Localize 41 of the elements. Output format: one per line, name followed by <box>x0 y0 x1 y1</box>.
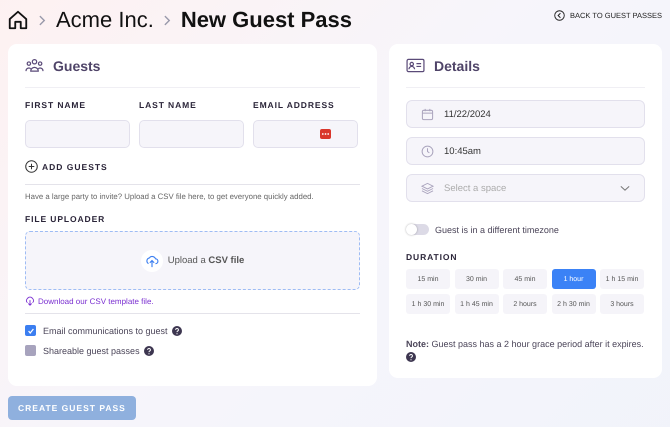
toggle-switch[interactable] <box>406 224 429 235</box>
plus-icon <box>25 160 38 173</box>
people-icon <box>25 58 44 73</box>
add-guests-button[interactable]: ADD GUESTS <box>25 160 108 173</box>
column-label: FIRST NAME <box>25 100 87 110</box>
clock-icon <box>421 144 434 158</box>
download-icon <box>25 296 35 306</box>
toggle-label: Guest is in a different timezone <box>435 224 559 234</box>
breadcrumb-item: New Guest Pass <box>180 7 352 33</box>
layers-icon <box>421 182 434 194</box>
date-field[interactable]: 11/22/2024 <box>406 100 645 128</box>
chevron-icon <box>39 14 46 26</box>
card-title: Guests <box>53 58 100 74</box>
home-icon[interactable] <box>7 9 29 31</box>
breadcrumb-item[interactable]: Acme Inc. <box>56 7 154 33</box>
chevron-icon <box>164 14 171 26</box>
section-label: DURATION <box>406 252 458 262</box>
help-icon[interactable] <box>172 326 182 336</box>
column-label: LAST NAME <box>139 100 198 110</box>
upload-cloud-icon <box>140 250 163 272</box>
upload-text: Upload a CSV file <box>168 255 244 266</box>
checkbox-label: Shareable guest passes <box>43 346 140 356</box>
upload-dropzone[interactable]: Upload a CSV file <box>25 231 360 290</box>
checkbox[interactable] <box>25 325 36 336</box>
column-label: EMAIL ADDRESS <box>253 100 336 110</box>
time-field[interactable]: 10:45am <box>406 137 645 165</box>
input-field[interactable] <box>253 120 358 148</box>
input-field[interactable] <box>139 120 244 148</box>
chevron-down-icon <box>620 184 630 192</box>
checkbox[interactable] <box>25 345 36 356</box>
template-download-link[interactable]: Download our CSV template file. <box>25 296 154 306</box>
calendar-icon <box>421 108 434 120</box>
card-title: Details <box>434 58 480 74</box>
help-icon[interactable] <box>144 346 154 356</box>
checkbox-label: Email communications to guest <box>43 326 168 336</box>
password-manager-icon[interactable] <box>320 129 331 139</box>
section-label: FILE UPLOADER <box>25 214 106 224</box>
help-icon[interactable] <box>406 352 416 362</box>
input-field[interactable] <box>25 120 130 148</box>
note-text: Note: Guest pass has a 2 hour grace period after it expires. <box>406 339 644 349</box>
id-card-icon <box>406 58 425 73</box>
